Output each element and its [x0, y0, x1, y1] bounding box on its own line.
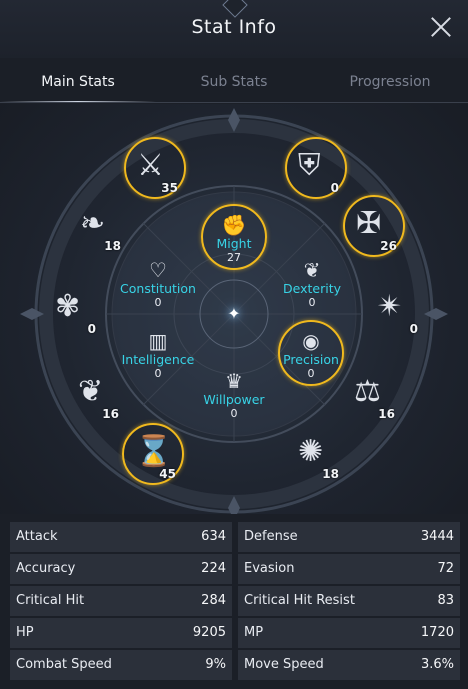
stat-cell: Critical Hit 284 — [10, 586, 232, 616]
tab-bar: Main Stats Sub Stats Progression — [0, 60, 468, 103]
node-value: 26 — [380, 239, 397, 253]
stat-node-shield-crest[interactable]: ⛨ 0 — [285, 137, 347, 199]
table-row: Attack 634 Defense 3444 — [10, 522, 460, 552]
stat-cell: Critical Hit Resist 83 — [238, 586, 460, 616]
node-value: 18 — [104, 239, 121, 253]
hourglass-crest-icon: ⌛ — [135, 434, 173, 469]
stat-value: 634 — [201, 529, 226, 544]
stat-value: 284 — [201, 593, 226, 608]
stat-value: 1720 — [420, 625, 454, 640]
table-row: Critical Hit 284 Critical Hit Resist 83 — [10, 586, 460, 616]
stat-label: Accuracy — [16, 561, 76, 576]
stat-cell: Attack 634 — [10, 522, 232, 552]
attr-name: Dexterity — [283, 281, 341, 296]
stat-value: 83 — [437, 593, 454, 608]
attr-might[interactable]: ✊ Might 27 — [179, 204, 289, 270]
stat-node-crossed-swords[interactable]: ✠ 26 — [343, 195, 405, 257]
stat-value: 3444 — [420, 529, 454, 544]
tab-main-stats[interactable]: Main Stats — [0, 74, 156, 90]
node-value: 0 — [87, 322, 96, 336]
tab-divider — [0, 102, 468, 103]
stat-value: 72 — [437, 561, 454, 576]
attr-name: Intelligence — [121, 352, 195, 367]
stat-value: 9205 — [192, 625, 226, 640]
sword-crest-icon: ⚔ — [137, 148, 164, 183]
stat-cell: Accuracy 224 — [10, 554, 232, 584]
attr-willpower[interactable]: ♛ Willpower 0 — [179, 370, 289, 420]
attr-value: 0 — [230, 407, 238, 420]
node-value: 16 — [378, 407, 395, 421]
stat-label: Evasion — [244, 561, 295, 576]
crossed-swords-icon: ✠ — [356, 206, 382, 241]
crown-icon: ♛ — [225, 369, 243, 393]
node-value: 45 — [159, 467, 176, 481]
center-star-icon: ✦ — [227, 304, 241, 323]
stat-label: Critical Hit Resist — [244, 593, 355, 608]
stat-node-swirl[interactable]: ✺ 18 — [285, 423, 347, 485]
node-value: 18 — [322, 467, 339, 481]
stat-cell: Evasion 72 — [238, 554, 460, 584]
stat-value: 224 — [201, 561, 226, 576]
stat-cell: Combat Speed 9% — [10, 650, 232, 680]
stat-label: Attack — [16, 529, 58, 544]
stat-label: Defense — [244, 529, 298, 544]
attr-constitution[interactable]: ♡ Constitution 0 — [103, 259, 213, 309]
table-row: Combat Speed 9% Move Speed 3.6% — [10, 650, 460, 680]
attr-value: 0 — [154, 296, 162, 309]
attr-name: Willpower — [203, 392, 265, 407]
shield-crest-icon: ⛨ — [298, 148, 321, 183]
node-value: 0 — [409, 322, 418, 336]
stat-node-butterfly[interactable]: ✾ 0 — [42, 278, 104, 340]
stat-label: Move Speed — [244, 657, 324, 672]
book-icon: ▥ — [148, 329, 168, 353]
node-value: 35 — [161, 181, 178, 195]
stat-cell: Defense 3444 — [238, 522, 460, 552]
wing-icon: ❦ — [303, 258, 321, 282]
table-row: Accuracy 224 Evasion 72 — [10, 554, 460, 584]
tab-sub-stats[interactable]: Sub Stats — [156, 74, 312, 90]
star-crest-icon: ✴ — [377, 289, 403, 324]
heart-icon: ♡ — [149, 258, 167, 282]
stat-value: 9% — [205, 657, 226, 672]
tab-progression[interactable]: Progression — [312, 74, 468, 90]
table-row: HP 9205 MP 1720 — [10, 618, 460, 648]
butterfly-icon: ✾ — [55, 289, 81, 324]
node-value: 16 — [102, 407, 119, 421]
stat-label: Combat Speed — [16, 657, 112, 672]
close-icon[interactable] — [428, 14, 454, 40]
swirl-icon: ✺ — [298, 434, 324, 469]
stat-label: HP — [16, 625, 34, 640]
header-bar: Stat Info — [0, 0, 468, 58]
feather-swirl-icon: ❧ — [80, 206, 106, 241]
attr-dexterity[interactable]: ❦ Dexterity 0 — [257, 259, 367, 309]
stat-value: 3.6% — [420, 657, 454, 672]
attr-name: Constitution — [120, 281, 196, 296]
page-title: Stat Info — [191, 16, 277, 38]
tree-crest-icon: ❦ — [78, 374, 104, 409]
stat-cell: HP 9205 — [10, 618, 232, 648]
stat-node-feather-swirl[interactable]: ❧ 18 — [67, 195, 129, 257]
stat-node-star-crest[interactable]: ✴ 0 — [364, 278, 426, 340]
stat-cell: MP 1720 — [238, 618, 460, 648]
stat-label: MP — [244, 625, 264, 640]
stat-node-hourglass-crest[interactable]: ⌛ 45 — [122, 423, 184, 485]
attr-value: 0 — [308, 296, 316, 309]
node-value: 0 — [330, 181, 339, 195]
stat-cell: Move Speed 3.6% — [238, 650, 460, 680]
stat-wheel: ⚔ 35 ⛨ 0 ✠ 26 ✴ 0 ⚖ 16 ✺ 18 ⌛ 45 ❦ 16 ✾ … — [0, 104, 468, 514]
stat-label: Critical Hit — [16, 593, 85, 608]
stat-node-sword-crest[interactable]: ⚔ 35 — [124, 137, 186, 199]
